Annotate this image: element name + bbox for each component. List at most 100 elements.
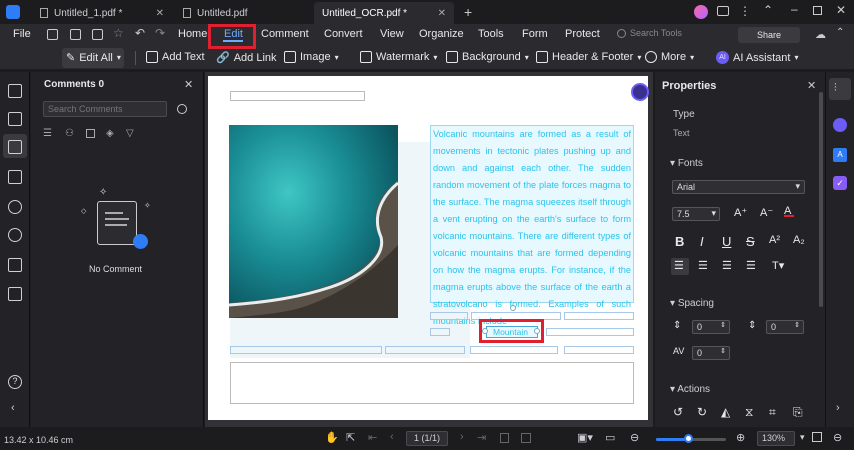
bookmark-icon[interactable]: [8, 112, 22, 126]
text-field-placeholder[interactable]: [564, 312, 634, 320]
align-left-icon[interactable]: ☰: [674, 259, 684, 272]
superscript-icon[interactable]: A²: [769, 234, 780, 246]
font-size-select[interactable]: 7.5 ▾: [672, 207, 720, 221]
undo-icon[interactable]: ↶: [135, 26, 145, 40]
text-field-placeholder[interactable]: [546, 328, 634, 336]
image-tool[interactable]: Image ▾: [284, 51, 339, 63]
flip-horizontal-icon[interactable]: ◭: [721, 405, 730, 419]
edit-all-tool[interactable]: ✎ Edit All ▾: [66, 51, 121, 65]
text-field-placeholder[interactable]: [385, 346, 465, 354]
next-page-icon[interactable]: ›: [460, 431, 464, 443]
text-box-empty[interactable]: [230, 362, 634, 404]
properties-rail-active[interactable]: [829, 78, 851, 100]
fullscreen-icon[interactable]: [812, 432, 822, 442]
underline-icon[interactable]: U: [722, 234, 731, 249]
menu-comment[interactable]: Comment: [261, 28, 309, 40]
close-icon[interactable]: ✕: [184, 78, 193, 91]
print-icon[interactable]: [92, 29, 103, 40]
menu-tools[interactable]: Tools: [478, 28, 504, 40]
mail-icon[interactable]: [717, 6, 729, 16]
character-spacing-input[interactable]: 0 ⇕: [692, 346, 730, 360]
search-icon[interactable]: [8, 228, 22, 242]
page-thumbnails-icon[interactable]: [8, 84, 22, 98]
fonts-section-header[interactable]: ▾ Fonts: [670, 158, 703, 169]
spacing-section-header[interactable]: ▾ Spacing: [670, 298, 714, 309]
fit-width-icon[interactable]: [521, 433, 531, 443]
page-number-input[interactable]: 1 (1/1): [406, 431, 448, 446]
check-task-icon[interactable]: ✓: [833, 176, 847, 190]
save-icon[interactable]: [47, 29, 58, 40]
help-icon[interactable]: ?: [8, 375, 22, 389]
watermark-tool[interactable]: Watermark ▾: [360, 51, 437, 63]
menu-convert[interactable]: Convert: [324, 28, 363, 40]
tag-icon[interactable]: ◈: [106, 128, 114, 139]
translate-icon[interactable]: A: [833, 148, 847, 162]
text-field-placeholder[interactable]: [230, 346, 382, 354]
italic-icon[interactable]: I: [700, 234, 704, 249]
text-field-placeholder[interactable]: [230, 91, 365, 101]
last-page-icon[interactable]: ⇥: [477, 431, 486, 444]
zoom-out-icon[interactable]: ⊖: [630, 431, 639, 444]
header-footer-tool[interactable]: Header & Footer ▾: [536, 51, 641, 63]
background-tool[interactable]: Background ▾: [446, 51, 529, 63]
add-link-tool[interactable]: 🔗 Add Link: [216, 51, 277, 65]
minimize-icon[interactable]: –: [791, 2, 798, 16]
menu-protect[interactable]: Protect: [565, 28, 600, 40]
sort-icon[interactable]: ☰: [43, 128, 52, 139]
line-spacing-input[interactable]: 0 ⇕: [692, 320, 730, 334]
increase-font-icon[interactable]: A⁺: [734, 206, 747, 219]
menu-icon[interactable]: ⋮: [739, 4, 751, 18]
filter-icon[interactable]: ▽: [126, 128, 134, 139]
close-icon[interactable]: ✕: [156, 8, 164, 19]
file-menu[interactable]: File: [13, 28, 31, 40]
star-icon[interactable]: ☆: [113, 26, 124, 40]
menu-organize[interactable]: Organize: [419, 28, 464, 40]
chat-bot-icon[interactable]: [833, 118, 847, 132]
zoom-in-icon[interactable]: ⊕: [736, 431, 745, 444]
ai-floating-button[interactable]: [631, 83, 649, 101]
zoom-slider-handle[interactable]: [683, 434, 693, 443]
search-icon[interactable]: [177, 104, 187, 114]
avatar[interactable]: [694, 5, 708, 19]
collapse-panel-icon[interactable]: ⊖: [833, 431, 842, 444]
signature-icon[interactable]: [8, 287, 22, 301]
subscript-icon[interactable]: A₂: [793, 234, 805, 246]
menu-form[interactable]: Form: [522, 28, 548, 40]
pdf-page[interactable]: Volcanic mountains are formed as a resul…: [208, 76, 648, 420]
volcanic-lake-image[interactable]: [229, 125, 398, 318]
close-window-icon[interactable]: ✕: [836, 3, 846, 17]
stack-icon[interactable]: [8, 258, 22, 272]
fit-page-icon[interactable]: [500, 433, 509, 443]
font-color-icon[interactable]: A: [784, 205, 794, 217]
text-options-icon[interactable]: T▾: [772, 259, 784, 272]
expand-right-icon[interactable]: ›: [836, 402, 840, 414]
hand-tool-icon[interactable]: ✋: [325, 431, 339, 444]
first-page-icon[interactable]: ⇤: [368, 431, 377, 444]
maximize-icon[interactable]: [813, 6, 822, 15]
collapse-left-icon[interactable]: ‹: [11, 402, 15, 414]
search-tools[interactable]: Search Tools: [617, 28, 682, 38]
add-text-tool[interactable]: Add Text: [146, 51, 205, 63]
search-comments-input[interactable]: [43, 101, 167, 117]
paragraph-spacing-input[interactable]: 0 ⇕: [766, 320, 804, 334]
strikethrough-icon[interactable]: S: [746, 234, 755, 249]
sliders-icon[interactable]: ⫶: [834, 82, 837, 95]
comment-icon[interactable]: [8, 140, 22, 154]
menu-home[interactable]: Home: [178, 28, 207, 40]
chevron-down-icon[interactable]: ▾: [800, 432, 805, 443]
share-button[interactable]: Share: [738, 27, 800, 43]
font-family-select[interactable]: Arial ▾: [672, 180, 805, 194]
layers-icon[interactable]: [8, 170, 22, 184]
ocr-paragraph[interactable]: Volcanic mountains are formed as a resul…: [430, 125, 634, 326]
tab-untitled-1[interactable]: Untitled_1.pdf * ✕: [32, 2, 172, 24]
text-field-placeholder[interactable]: [430, 312, 468, 320]
checkbox-filter-icon[interactable]: [86, 129, 95, 138]
align-right-icon[interactable]: ☰: [722, 259, 732, 272]
reading-mode-icon[interactable]: ▭: [605, 431, 615, 444]
align-center-icon[interactable]: ☰: [698, 259, 708, 272]
new-tab-plus-icon[interactable]: +: [464, 4, 472, 20]
zoom-level-select[interactable]: 130%: [757, 431, 795, 446]
flip-vertical-icon[interactable]: ⧖: [745, 405, 753, 420]
user-filter-icon[interactable]: ⚇: [65, 128, 74, 139]
attachment-icon[interactable]: [8, 200, 22, 214]
